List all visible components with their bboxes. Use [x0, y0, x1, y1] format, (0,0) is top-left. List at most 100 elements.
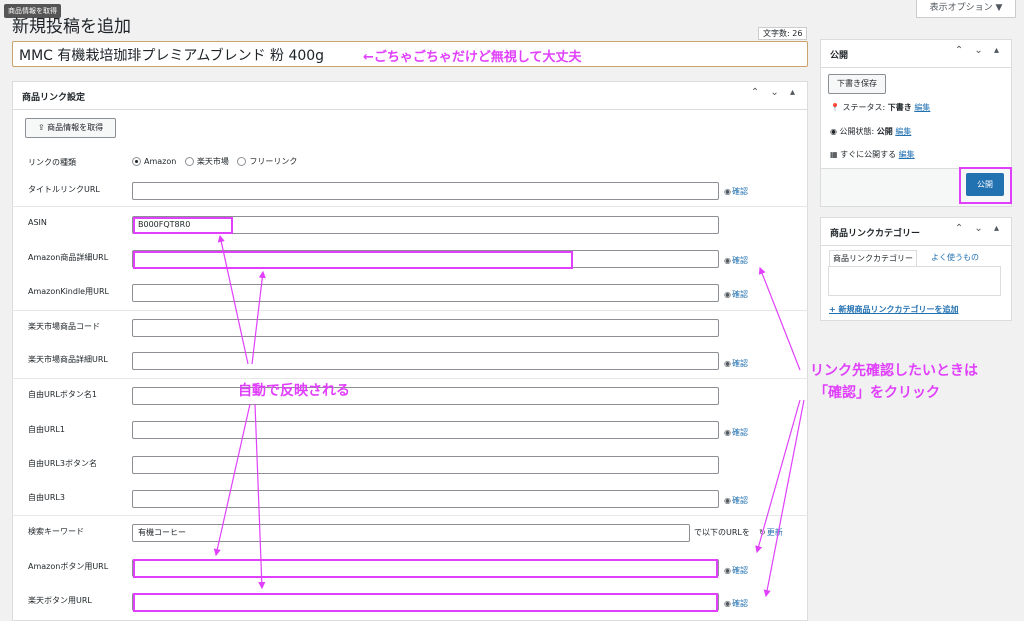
confirm-rakuten-detail-url[interactable]: ◉確認 — [724, 358, 748, 369]
tab-popular-categories[interactable]: よく使うもの — [931, 252, 979, 263]
edit-schedule-link[interactable]: 編集 — [899, 150, 915, 159]
rakuten-code-input[interactable] — [132, 319, 719, 337]
panel-controls-icon[interactable]: ⌃ ⌄ ▴ — [955, 223, 1003, 234]
status-value: 下書き — [887, 103, 912, 112]
search-suffix: で以下のURLを — [694, 527, 750, 538]
visibility-line: ◉ 公開状態: 公開 編集 — [830, 126, 911, 137]
publish-panel-header: 公開 ⌃ ⌄ ▴ — [821, 40, 1011, 68]
category-list-box — [828, 266, 1001, 296]
confirm-label: 確認 — [731, 496, 748, 505]
save-draft-button[interactable]: 下書き保存 — [828, 74, 886, 94]
radio-amazon-dot[interactable] — [132, 157, 141, 166]
kindle-url-input[interactable] — [132, 284, 719, 302]
category-panel-header: 商品リンクカテゴリー ⌃ ⌄ ▴ — [821, 218, 1011, 246]
row-label-amazon-detail-url: Amazon商品詳細URL — [28, 253, 109, 262]
divider — [12, 206, 808, 207]
row-label-kindle-url: AmazonKindle用URL — [28, 287, 109, 296]
radio-amazon[interactable]: Amazon — [132, 157, 176, 166]
confirm-title-url[interactable]: ◉確認 — [724, 186, 748, 197]
annotation-auto-reflect: 自動で反映される — [238, 383, 350, 399]
amazon-button-url-input[interactable] — [132, 559, 719, 577]
asin-input[interactable]: B000FQT8R0 — [132, 216, 719, 234]
rakuten-button-url-input[interactable] — [132, 593, 719, 611]
eye-icon: ◉ — [724, 256, 731, 265]
eye-icon: ◉ — [724, 359, 731, 368]
confirm-free-url3[interactable]: ◉確認 — [724, 495, 748, 506]
status-line: 📍 ステータス: 下書き 編集 — [830, 102, 930, 113]
annotation-title-note: ←ごちゃごちゃだけど無視して大丈夫 — [363, 50, 582, 65]
free-url3-button-input[interactable] — [132, 456, 719, 474]
row-label-free-url3: 自由URL3 — [28, 493, 65, 502]
refresh-label: 更新 — [766, 528, 783, 537]
confirm-label: 確認 — [731, 428, 748, 437]
radio-amazon-label: Amazon — [144, 157, 177, 166]
divider — [12, 378, 808, 379]
eye-icon: ◉ — [830, 127, 837, 136]
free-url3-input[interactable] — [132, 490, 719, 508]
eye-icon: ◉ — [724, 496, 731, 505]
row-label-amazon-button-url: Amazonボタン用URL — [28, 562, 109, 571]
eye-icon: ◉ — [724, 428, 731, 437]
search-keyword-input[interactable]: 有機コーヒー — [132, 524, 690, 542]
amazon-detail-url-input[interactable] — [132, 250, 719, 268]
confirm-kindle-url[interactable]: ◉確認 — [724, 289, 748, 300]
rakuten-detail-url-input[interactable] — [132, 352, 719, 370]
row-label-free-url1: 自由URL1 — [28, 425, 65, 434]
panel-controls-icon[interactable]: ⌃ ⌄ ▴ — [751, 87, 799, 98]
radio-rakuten-dot[interactable] — [184, 157, 194, 166]
row-label-free-url-button1: 自由URLボタン名1 — [28, 390, 97, 399]
eye-icon: ◉ — [724, 566, 731, 575]
edit-visibility-link[interactable]: 編集 — [895, 127, 911, 136]
row-label-title-url: タイトルリンクURL — [28, 185, 100, 194]
row-label-search-keyword: 検索キーワード — [28, 527, 84, 536]
annotation-confirm-line1: リンク先確認したいときは — [810, 363, 978, 379]
link-type-label: リンクの種類 — [28, 158, 76, 167]
fetch-product-button[interactable]: ⇪ 商品情報を取得 — [25, 118, 116, 138]
schedule-label: すぐに公開する — [840, 150, 897, 159]
radio-free-link-dot[interactable] — [237, 157, 247, 166]
radio-rakuten-label: 楽天市場 — [196, 157, 229, 166]
confirm-label: 確認 — [731, 290, 748, 299]
fetch-product-label: 商品情報を取得 — [47, 123, 104, 132]
visibility-value: 公開 — [876, 127, 893, 136]
confirm-label: 確認 — [731, 256, 748, 265]
eye-icon: ◉ — [724, 290, 731, 299]
divider — [12, 310, 808, 311]
publish-panel-title: 公開 — [830, 51, 849, 61]
confirm-amazon-button-url[interactable]: ◉確認 — [724, 565, 748, 576]
confirm-free-url1[interactable]: ◉確認 — [724, 427, 748, 438]
publish-button[interactable]: 公開 — [966, 173, 1004, 196]
visibility-label: 公開状態: — [839, 127, 875, 136]
product-link-panel-header: 商品リンク設定 ⌃ ⌄ ▴ — [13, 82, 807, 110]
confirm-label: 確認 — [731, 566, 748, 575]
confirm-rakuten-button-url[interactable]: ◉確認 — [724, 598, 748, 609]
confirm-label: 確認 — [731, 599, 748, 608]
row-label-rakuten-button-url: 楽天ボタン用URL — [28, 596, 92, 605]
row-label-rakuten-detail-url: 楽天市場商品詳細URL — [28, 355, 108, 364]
divider — [12, 515, 808, 516]
panel-controls-icon[interactable]: ⌃ ⌄ ▴ — [955, 45, 1003, 56]
confirm-amazon-detail-url[interactable]: ◉確認 — [724, 255, 748, 266]
add-category-link[interactable]: + 新規商品リンクカテゴリーを追加 — [829, 304, 959, 315]
radio-free-link-label: フリーリンク — [249, 157, 298, 166]
screen-options-button[interactable]: 表示オプション ▼ — [916, 0, 1016, 18]
tab-all-categories[interactable]: 商品リンクカテゴリー — [829, 250, 917, 266]
refresh-link[interactable]: ↻更新 — [759, 527, 783, 538]
radio-free-link[interactable]: フリーリンク — [237, 157, 297, 166]
radio-rakuten[interactable]: 楽天市場 — [184, 157, 229, 166]
post-title-input[interactable]: MMC 有機栽培珈琲プレミアムブレンド 粉 400g ←ごちゃごちゃだけど無視し… — [12, 41, 808, 67]
confirm-label: 確認 — [731, 359, 748, 368]
calendar-icon: ▦ — [830, 150, 838, 159]
page-title: 新規投稿を追加 — [12, 17, 131, 37]
free-url-button1-input[interactable] — [132, 387, 719, 405]
title-url-input[interactable] — [132, 182, 719, 200]
free-url1-input[interactable] — [132, 421, 719, 439]
edit-status-link[interactable]: 編集 — [914, 103, 930, 112]
row-label-rakuten-code: 楽天市場商品コード — [28, 322, 100, 331]
link-type-radios: Amazon 楽天市場 フリーリンク — [132, 156, 303, 167]
char-count: 文字数: 26 — [758, 27, 808, 40]
schedule-line: ▦ すぐに公開する 編集 — [830, 149, 915, 160]
annotation-confirm-line2: 「確認」をクリック — [814, 385, 940, 401]
fetch-icon: ⇪ — [37, 123, 45, 132]
eye-icon: ◉ — [724, 187, 731, 196]
